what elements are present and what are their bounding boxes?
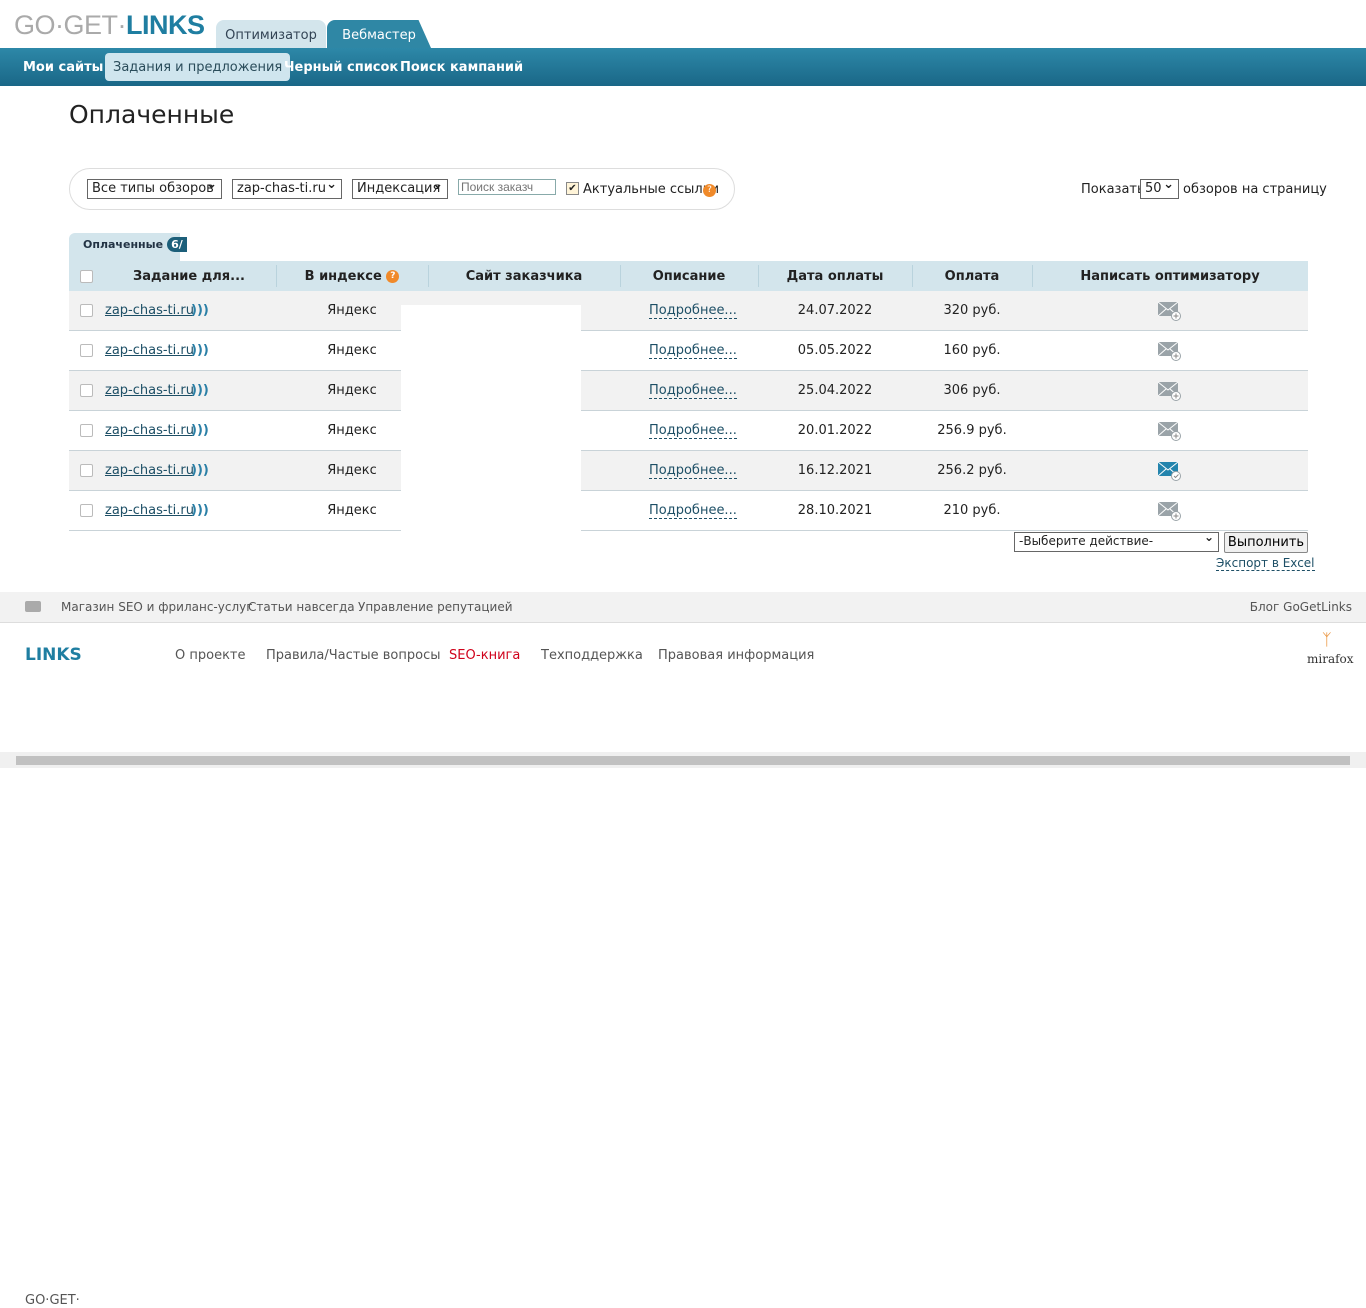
page-title: Оплаченные <box>69 100 235 129</box>
mail-add-icon[interactable] <box>1158 341 1182 361</box>
site-select[interactable]: zap-chas-ti.ru <box>232 177 342 199</box>
details-link[interactable]: Подробнее... <box>649 463 737 479</box>
row-checkbox[interactable] <box>80 464 93 477</box>
table-row: zap-chas-ti.ru ))) Яндекс Подробнее... 2… <box>69 291 1308 331</box>
col-task[interactable]: Задание для... <box>109 269 269 284</box>
payment-amount: 256.2 руб. <box>937 463 1007 478</box>
footer-shop-link[interactable]: Магазин SEO и фриланс-услуг <box>61 600 253 614</box>
task-site-link[interactable]: zap-chas-ti.ru <box>105 343 194 358</box>
footer-logo[interactable]: GO·GET· LINKS <box>25 645 82 1308</box>
col-pay-date[interactable]: Дата оплаты <box>758 269 912 284</box>
details-link[interactable]: Подробнее... <box>649 343 737 359</box>
mirafox-logo[interactable]: mirafox <box>1307 652 1354 666</box>
row-checkbox[interactable] <box>80 304 93 317</box>
help-icon[interactable]: ? <box>703 184 716 197</box>
payment-amount: 306 руб. <box>943 383 1001 398</box>
tab-webmaster[interactable]: Вебмастер <box>327 20 431 48</box>
pay-date: 28.10.2021 <box>797 503 873 518</box>
footer-services: Магазин SEO и фриланс-услуг Статьи навсе… <box>0 592 1366 623</box>
nav-tasks[interactable]: Задания и предложения <box>105 53 291 81</box>
task-site-link[interactable]: zap-chas-ti.ru <box>105 463 194 478</box>
row-checkbox[interactable] <box>80 384 93 397</box>
pay-date: 24.07.2022 <box>797 303 873 318</box>
tab-paid[interactable]: Оплаченные 6/ <box>69 233 187 261</box>
type-select[interactable]: Все типы обзоров <box>87 177 222 199</box>
mail-sent-icon[interactable] <box>1158 461 1182 481</box>
mail-add-icon[interactable] <box>1158 421 1182 441</box>
row-checkbox[interactable] <box>80 344 93 357</box>
per-page-suffix: обзоров на страницу <box>1183 182 1327 197</box>
select-all-checkbox[interactable] <box>80 270 93 283</box>
footer-blog-link[interactable]: Блог GoGetLinks <box>1250 600 1352 614</box>
actual-links-checkbox[interactable]: ✔ <box>566 182 579 195</box>
task-site-link[interactable]: zap-chas-ti.ru <box>105 423 194 438</box>
rss-icon[interactable]: ))) <box>191 303 209 318</box>
tag-icon <box>25 601 41 612</box>
rss-icon[interactable]: ))) <box>191 423 209 438</box>
footer-articles-link[interactable]: Статьи навсегда <box>248 600 355 614</box>
payment-amount: 210 руб. <box>943 503 1001 518</box>
main-nav: Мои сайты Задания и предложения Черный с… <box>0 48 1366 86</box>
table-header: Задание для... В индексе ? Сайт заказчик… <box>69 261 1308 291</box>
fox-icon: ᛉ <box>1322 630 1332 649</box>
table-row: zap-chas-ti.ru ))) Яндекс Подробнее... 2… <box>69 491 1308 531</box>
scrollbar-thumb[interactable] <box>16 756 1350 765</box>
footer-seo-book[interactable]: SEO-книга <box>449 648 520 663</box>
rss-icon[interactable]: ))) <box>191 383 209 398</box>
task-site-link[interactable]: zap-chas-ti.ru <box>105 383 194 398</box>
footer-support[interactable]: Техподдержка <box>541 648 643 663</box>
table-row: zap-chas-ti.ru ))) Яндекс Подробнее... 0… <box>69 331 1308 371</box>
task-site-link[interactable]: zap-chas-ti.ru <box>105 503 194 518</box>
footer-about[interactable]: О проекте <box>175 648 246 663</box>
rss-icon[interactable]: ))) <box>191 503 209 518</box>
redacted-area <box>401 305 581 531</box>
pay-date: 20.01.2022 <box>797 423 873 438</box>
mail-add-icon[interactable] <box>1158 381 1182 401</box>
col-description[interactable]: Описание <box>620 269 758 284</box>
footer-rules[interactable]: Правила/Частые вопросы <box>266 648 440 663</box>
pay-date: 25.04.2022 <box>797 383 873 398</box>
details-link[interactable]: Подробнее... <box>649 423 737 439</box>
table-row: zap-chas-ti.ru ))) Яндекс Подробнее... 2… <box>69 371 1308 411</box>
details-link[interactable]: Подробнее... <box>649 383 737 399</box>
logo[interactable]: GO·GET·LINKS <box>14 10 205 41</box>
table-row: zap-chas-ti.ru ))) Яндекс Подробнее... 1… <box>69 451 1308 491</box>
mail-add-icon[interactable] <box>1158 501 1182 521</box>
export-excel-link[interactable]: Экспорт в Excel <box>1216 556 1315 571</box>
col-message[interactable]: Написать оптимизатору <box>1032 269 1308 284</box>
payment-amount: 160 руб. <box>943 343 1001 358</box>
index-select[interactable]: Индексация <box>352 177 448 199</box>
col-payment[interactable]: Оплата <box>912 269 1032 284</box>
actual-links-label: Актуальные ссылки <box>583 182 720 197</box>
row-checkbox[interactable] <box>80 424 93 437</box>
task-site-link[interactable]: zap-chas-ti.ru <box>105 303 194 318</box>
footer-legal[interactable]: Правовая информация <box>658 648 814 663</box>
pay-date: 16.12.2021 <box>797 463 873 478</box>
action-select[interactable]: -Выберите действие- <box>1014 530 1219 552</box>
order-search-input[interactable] <box>458 179 556 195</box>
rss-icon[interactable]: ))) <box>191 343 209 358</box>
footer-reputation-link[interactable]: Управление репутацией <box>358 600 513 614</box>
payment-amount: 320 руб. <box>943 303 1001 318</box>
horizontal-scrollbar[interactable] <box>0 752 1366 768</box>
per-page-select[interactable]: 50 <box>1140 177 1179 199</box>
run-button[interactable]: Выполнить <box>1224 532 1308 553</box>
nav-my-sites[interactable]: Мои сайты <box>23 60 103 75</box>
mail-add-icon[interactable] <box>1158 301 1182 321</box>
payment-amount: 256.9 руб. <box>937 423 1007 438</box>
pay-date: 05.05.2022 <box>797 343 873 358</box>
table-row: zap-chas-ti.ru ))) Яндекс Подробнее... 2… <box>69 411 1308 451</box>
per-page-prefix: Показать <box>1081 182 1145 197</box>
details-link[interactable]: Подробнее... <box>649 503 737 519</box>
rss-icon[interactable]: ))) <box>191 463 209 478</box>
row-checkbox[interactable] <box>80 504 93 517</box>
col-client-site[interactable]: Сайт заказчика <box>428 269 620 284</box>
tab-optimizer[interactable]: Оптимизатор <box>216 20 326 48</box>
col-index[interactable]: В индексе ? <box>276 269 428 284</box>
details-link[interactable]: Подробнее... <box>649 303 737 319</box>
count-badge: 6/ <box>167 237 187 252</box>
nav-campaign-search[interactable]: Поиск кампаний <box>400 60 523 75</box>
help-icon[interactable]: ? <box>386 270 400 283</box>
nav-blacklist[interactable]: Черный список <box>284 60 398 75</box>
